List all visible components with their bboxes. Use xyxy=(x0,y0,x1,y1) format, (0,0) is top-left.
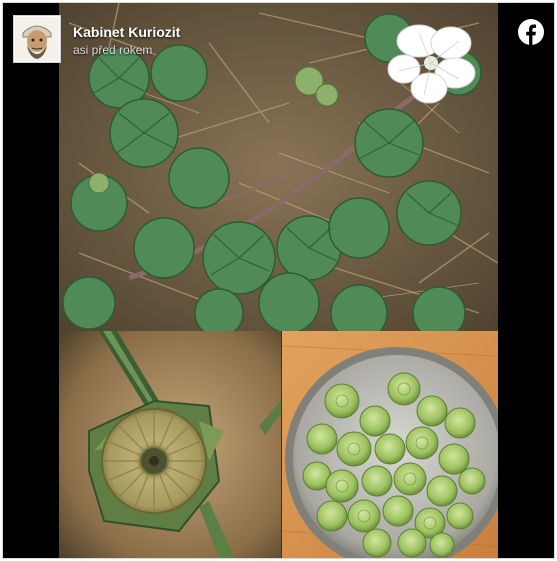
avatar-portrait-icon xyxy=(15,17,59,61)
avatar[interactable] xyxy=(13,15,61,63)
photo-bowl-of-seeds[interactable] xyxy=(282,331,498,558)
facebook-logo-icon[interactable] xyxy=(518,19,544,45)
facebook-post-embed[interactable]: Kabinet Kuriozit asi před rokem xyxy=(2,2,555,559)
page-name-link[interactable]: Kabinet Kuriozit xyxy=(73,24,180,40)
post-timestamp[interactable]: asi před rokem xyxy=(73,43,180,58)
post-photo-collage[interactable] xyxy=(59,3,498,558)
photo-seed-pod-closeup[interactable] xyxy=(59,331,281,558)
post-header: Kabinet Kuriozit asi před rokem xyxy=(13,15,180,63)
post-meta: Kabinet Kuriozit asi před rokem xyxy=(73,24,180,58)
